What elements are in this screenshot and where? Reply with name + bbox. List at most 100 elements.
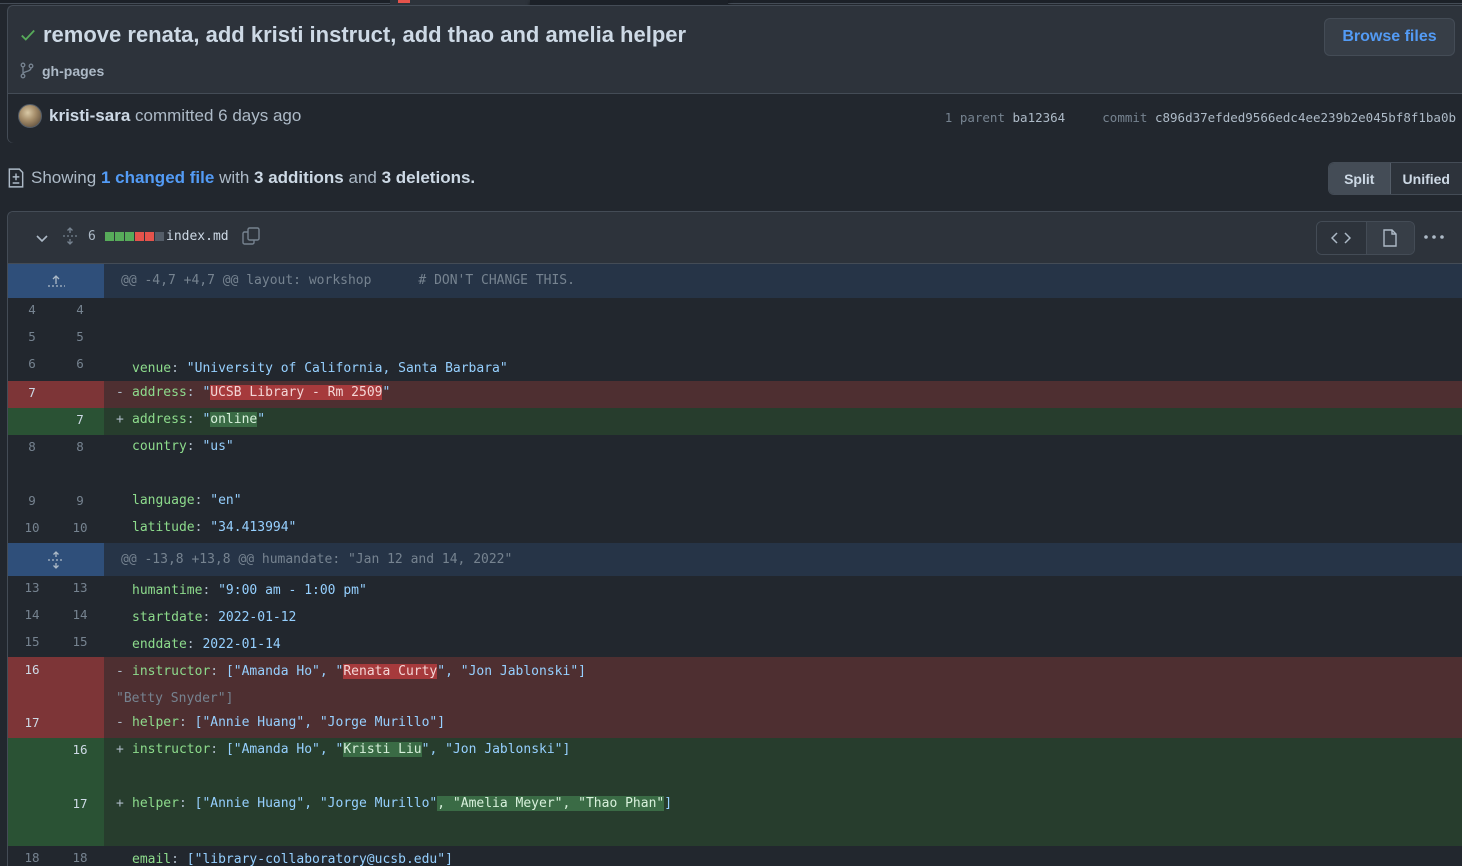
old-line-number[interactable]: 8 <box>8 435 56 489</box>
colon: : <box>202 610 219 625</box>
new-line-number[interactable]: 15 <box>56 630 104 657</box>
yaml-key: address <box>132 412 187 427</box>
yaml-key: startdate <box>132 610 203 625</box>
wrapped-continuation: "Betty Snyder"] <box>116 691 234 706</box>
new-line-number[interactable]: 4 <box>56 298 104 325</box>
value-post: ] <box>664 796 673 811</box>
file-name-link[interactable]: index.md <box>166 229 229 244</box>
minus-sign: - <box>116 715 124 730</box>
browse-files-button[interactable]: Browse files <box>1324 18 1455 56</box>
yaml-value: 2022-01-12 <box>218 610 297 625</box>
yaml-key: venue <box>132 361 172 376</box>
deleted-line: 7 - address: "UCSB Library - Rm 2509" <box>8 381 1462 408</box>
added-line: 16 + instructor: ["Amanda Ho", "Kristi Li… <box>8 738 1462 792</box>
old-line-number[interactable]: 4 <box>8 298 56 325</box>
old-line-number[interactable]: 10 <box>8 516 56 543</box>
old-line-number <box>8 792 56 846</box>
expand-all-icon[interactable] <box>62 227 78 245</box>
deleted-line: 17 - helper: ["Annie Huang", "Jorge Muril… <box>8 711 1462 738</box>
diffstat-square <box>105 232 114 241</box>
new-line-number[interactable]: 14 <box>56 603 104 630</box>
yaml-key: email <box>132 852 172 866</box>
git-branch-icon <box>20 62 34 79</box>
old-line-number <box>8 408 56 435</box>
colon: : <box>194 520 211 535</box>
commit-meta-bar: kristi-sara committed 6 days ago 1 paren… <box>8 93 1462 143</box>
line-code: - helper: ["Annie Huang", "Jorge Murillo"… <box>104 711 1462 738</box>
new-line-number[interactable]: 9 <box>56 489 104 516</box>
colon: : <box>186 412 203 427</box>
new-line-number[interactable]: 10 <box>56 516 104 543</box>
diffstat-square <box>125 232 134 241</box>
old-line-number[interactable]: 17 <box>8 711 56 738</box>
old-line-number[interactable]: 18 <box>8 846 56 866</box>
summary-and: and <box>348 168 377 187</box>
line-code: email: ["library-collaboratory@ucsb.edu"… <box>104 846 1462 866</box>
old-line-number[interactable]: 13 <box>8 576 56 603</box>
old-line-number[interactable]: 6 <box>8 352 56 381</box>
branch-label[interactable]: gh-pages <box>19 62 104 79</box>
yaml-value: "34.413994" <box>210 520 297 535</box>
line-code: venue: "University of California, Santa … <box>104 352 1462 381</box>
expand-both-button[interactable] <box>8 543 104 576</box>
author-link[interactable]: kristi-sara <box>49 106 130 125</box>
value-post: ", "Jon Jablonski"] <box>421 742 571 757</box>
unified-view-button[interactable]: Unified <box>1390 163 1462 194</box>
new-line-number[interactable]: 13 <box>56 576 104 603</box>
hunk-header: @@ -4,7 +4,7 @@ layout: workshop # DON'T… <box>8 264 1462 298</box>
value-pre: ["Amanda Ho", " <box>225 742 344 757</box>
split-view-button[interactable]: Split <box>1329 163 1391 194</box>
new-line-number[interactable]: 6 <box>56 352 104 381</box>
changed-files-link[interactable]: 1 changed file <box>101 168 214 188</box>
file-diff-icon[interactable] <box>7 168 25 188</box>
plus-sign: + <box>116 412 124 427</box>
browser-top-strip <box>0 0 1462 8</box>
new-line-number[interactable]: 8 <box>56 435 104 489</box>
diff-line: 5 5 <box>8 325 1462 352</box>
line-code <box>104 325 1462 352</box>
old-line-number <box>8 738 56 792</box>
rich-diff-button[interactable] <box>1365 222 1414 254</box>
value-pre: ["Amanda Ho", " <box>225 664 344 679</box>
new-line-number[interactable]: 17 <box>56 792 104 846</box>
yaml-key: helper <box>132 715 179 730</box>
kebab-menu-icon[interactable] <box>1422 229 1446 245</box>
expand-up-button[interactable] <box>8 264 104 298</box>
line-code: language: "en" <box>104 489 1462 516</box>
file-icon <box>1383 229 1397 247</box>
added-highlight: online <box>210 412 258 427</box>
branch-name: gh-pages <box>42 62 105 79</box>
commit-label: commit <box>1102 110 1148 125</box>
old-line-number[interactable]: 5 <box>8 325 56 352</box>
old-line-number[interactable]: 7 <box>8 381 56 408</box>
source-diff-button[interactable] <box>1317 222 1366 254</box>
line-code: country: "us" <box>104 435 1462 489</box>
new-line-number[interactable]: 18 <box>56 846 104 866</box>
diffstat-square <box>155 232 164 241</box>
deleted-line: 16 - instructor: ["Amanda Ho", "Renata Cu… <box>8 657 1462 711</box>
yaml-value: ["library-collaboratory@ucsb.edu"] <box>186 852 453 866</box>
yaml-key: country <box>132 439 187 454</box>
diff-line: 13 13 humantime: "9:00 am - 1:00 pm" <box>8 576 1462 603</box>
yaml-value: 2022-01-14 <box>202 637 281 652</box>
yaml-value: "University of California, Santa Barbara… <box>186 361 508 376</box>
value-post: " <box>382 385 391 400</box>
parent-sha-link[interactable]: ba12364 <box>1013 110 1066 125</box>
chevron-down-icon[interactable] <box>34 230 50 246</box>
yaml-value: "us" <box>202 439 234 454</box>
colon: : <box>210 664 226 679</box>
old-line-number[interactable]: 9 <box>8 489 56 516</box>
new-line-number[interactable]: 7 <box>56 408 104 435</box>
diffstat-bars <box>105 232 164 241</box>
old-line-number[interactable]: 14 <box>8 603 56 630</box>
minus-sign: - <box>116 385 124 400</box>
old-line-number[interactable]: 16 <box>8 657 56 711</box>
summary-additions: 3 additions <box>254 168 344 187</box>
new-line-number[interactable]: 16 <box>56 738 104 792</box>
avatar[interactable] <box>18 104 42 128</box>
summary-showing: Showing <box>31 168 97 187</box>
old-line-number[interactable]: 15 <box>8 630 56 657</box>
new-line-number[interactable]: 5 <box>56 325 104 352</box>
value-post: ", "Jon Jablonski"] <box>437 664 586 679</box>
copy-icon[interactable] <box>241 226 261 246</box>
